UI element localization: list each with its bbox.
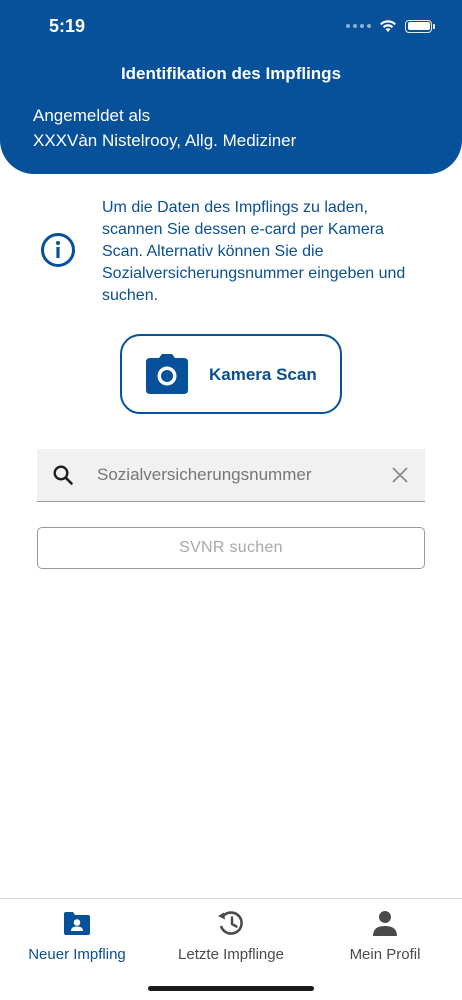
svnr-input[interactable] bbox=[97, 449, 377, 500]
tab-my-profile[interactable]: Mein Profil bbox=[308, 899, 462, 979]
search-icon bbox=[53, 465, 73, 485]
page-title: Identifikation des Impflings bbox=[120, 64, 342, 83]
camera-scan-button[interactable]: Kamera Scan bbox=[120, 334, 342, 414]
clear-icon[interactable] bbox=[391, 466, 409, 484]
tab-label: Mein Profil bbox=[349, 946, 421, 963]
contact-card-icon bbox=[64, 912, 90, 935]
status-time: 5:19 bbox=[49, 16, 86, 36]
header: 5:19 Identifikation des Impflings Angeme… bbox=[0, 0, 462, 174]
tab-label: Letzte Impflinge bbox=[178, 946, 284, 963]
history-icon bbox=[218, 911, 243, 935]
person-icon bbox=[373, 911, 397, 936]
tab-label: Neuer Impfling bbox=[28, 946, 126, 963]
logged-in-user: XXXVàn Nistelrooy, Allg. Mediziner bbox=[33, 131, 297, 150]
tab-recent-vaccinees[interactable]: Letzte Impflinge bbox=[154, 899, 308, 979]
camera-scan-label: Kamera Scan bbox=[209, 365, 317, 384]
camera-icon bbox=[146, 354, 188, 394]
tab-bar: Neuer Impfling Letzte Impflinge Mein Pro… bbox=[0, 898, 462, 1000]
info-icon bbox=[41, 233, 75, 267]
info-text: Um die Daten des Impflings zu laden, sca… bbox=[102, 199, 406, 304]
svnr-search-button[interactable]: SVNR suchen bbox=[37, 527, 425, 569]
wifi-icon bbox=[380, 20, 396, 32]
status-icons bbox=[346, 16, 435, 36]
battery-icon bbox=[405, 19, 435, 33]
logged-in-label: Angemeldet als bbox=[33, 106, 151, 125]
home-indicator[interactable] bbox=[148, 986, 314, 991]
svnr-search-field[interactable] bbox=[37, 449, 425, 502]
signal-icon bbox=[346, 24, 371, 28]
tab-new-vaccinee[interactable]: Neuer Impfling bbox=[0, 899, 154, 979]
